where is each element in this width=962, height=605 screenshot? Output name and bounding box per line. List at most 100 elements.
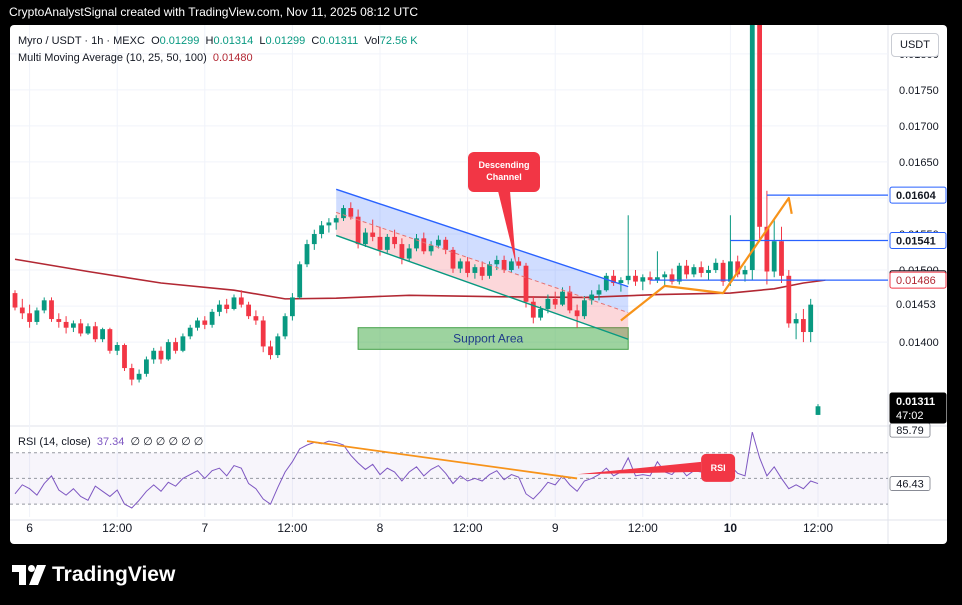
candle-body[interactable] xyxy=(253,316,259,321)
candle-body[interactable] xyxy=(238,297,244,305)
candle-body[interactable] xyxy=(640,277,646,282)
candle-body[interactable] xyxy=(720,262,726,282)
candle-body[interactable] xyxy=(494,259,500,265)
candle-body[interactable] xyxy=(202,320,208,325)
candle-body[interactable] xyxy=(545,298,551,309)
candle-body[interactable] xyxy=(290,297,295,317)
candle-body[interactable] xyxy=(516,261,522,266)
candle-body[interactable] xyxy=(173,342,178,351)
candle-body[interactable] xyxy=(596,290,602,295)
candle-body[interactable] xyxy=(567,291,573,311)
candle-body[interactable] xyxy=(180,336,186,351)
candle-body[interactable] xyxy=(552,298,558,305)
candle-body[interactable] xyxy=(19,307,25,314)
candle-body[interactable] xyxy=(706,270,711,273)
candle-body[interactable] xyxy=(771,241,777,272)
candle-body[interactable] xyxy=(392,236,397,245)
candle-body[interactable] xyxy=(450,249,456,269)
candle-body[interactable] xyxy=(698,267,704,273)
candle-body[interactable] xyxy=(92,326,98,340)
candle-body[interactable] xyxy=(71,323,76,328)
candle-body[interactable] xyxy=(384,236,390,250)
candle-body[interactable] xyxy=(603,275,609,291)
candle-body[interactable] xyxy=(158,350,164,360)
candle-body[interactable] xyxy=(618,280,624,284)
candle-body[interactable] xyxy=(436,239,441,246)
indicator-legend[interactable]: Multi Moving Average (10, 25, 50, 100) 0… xyxy=(18,52,253,64)
candle-body[interactable] xyxy=(479,267,485,276)
candle-body[interactable] xyxy=(275,336,281,356)
candle-body[interactable] xyxy=(749,25,755,271)
candle-body[interactable] xyxy=(370,232,376,237)
candle-body[interactable] xyxy=(114,345,120,351)
candle-body[interactable] xyxy=(625,275,631,281)
candle-body[interactable] xyxy=(443,239,449,250)
candle-body[interactable] xyxy=(815,406,821,415)
candle-body[interactable] xyxy=(633,275,638,282)
candle-body[interactable] xyxy=(676,265,682,282)
candle-body[interactable] xyxy=(363,232,368,245)
rsi-legend[interactable]: RSI (14, close) 37.34 ∅ ∅ ∅ ∅ ∅ ∅ xyxy=(18,435,203,448)
symbol-name[interactable]: Myro / USDT · 1h · MEXC xyxy=(18,35,145,47)
candle-body[interactable] xyxy=(341,208,346,219)
candle-body[interactable] xyxy=(793,319,799,324)
candle-body[interactable] xyxy=(319,225,324,235)
candle-body[interactable] xyxy=(786,275,792,324)
chart-panel[interactable]: Support Area Descending Channel RSI 85.79… xyxy=(10,25,947,544)
candle-body[interactable] xyxy=(560,291,565,305)
candle-body[interactable] xyxy=(151,350,157,360)
candle-body[interactable] xyxy=(136,373,142,380)
candle-body[interactable] xyxy=(144,359,149,374)
candle-body[interactable] xyxy=(63,321,69,328)
candle-body[interactable] xyxy=(377,236,383,250)
candle-body[interactable] xyxy=(428,245,434,252)
candle-body[interactable] xyxy=(78,323,84,334)
price-axis[interactable]: 85.7946.430.018000.017500.017000.016500.… xyxy=(889,49,947,491)
candle-body[interactable] xyxy=(582,300,587,317)
candle-body[interactable] xyxy=(85,326,91,334)
candle-body[interactable] xyxy=(27,313,32,322)
candle-body[interactable] xyxy=(779,241,784,276)
candle-body[interactable] xyxy=(742,270,748,275)
candle-body[interactable] xyxy=(165,342,171,360)
candle-body[interactable] xyxy=(399,244,405,259)
candle-body[interactable] xyxy=(757,25,762,227)
candle-body[interactable] xyxy=(691,267,697,275)
candle-body[interactable] xyxy=(34,310,40,322)
candle-body[interactable] xyxy=(472,267,478,273)
candle-body[interactable] xyxy=(311,234,317,245)
candle-body[interactable] xyxy=(187,327,193,337)
candle-body[interactable] xyxy=(246,304,251,317)
candle-body[interactable] xyxy=(217,304,222,312)
candle-body[interactable] xyxy=(501,259,507,271)
candle-body[interactable] xyxy=(326,222,332,226)
candle-body[interactable] xyxy=(12,293,18,308)
candle-body[interactable] xyxy=(107,329,113,351)
candle-body[interactable] xyxy=(209,311,215,325)
candle-body[interactable] xyxy=(574,310,580,317)
currency-button[interactable]: USDT xyxy=(891,33,939,57)
candle-body[interactable] xyxy=(56,319,62,322)
time-axis[interactable]: 6 12:00 7 12:00 8 12:00 9 12:00 10 12:00 xyxy=(26,521,833,535)
candle-body[interactable] xyxy=(333,218,339,223)
candle-body[interactable] xyxy=(41,300,47,311)
candle-body[interactable] xyxy=(530,301,536,318)
candle-body[interactable] xyxy=(538,308,543,318)
price-chart[interactable]: Support Area Descending Channel RSI 85.79… xyxy=(10,25,947,544)
candle-body[interactable] xyxy=(100,329,105,340)
candle-body[interactable] xyxy=(355,216,361,245)
candle-body[interactable] xyxy=(49,300,54,320)
candle-body[interactable] xyxy=(224,304,230,309)
candle-body[interactable] xyxy=(129,368,135,380)
candle-body[interactable] xyxy=(457,261,463,269)
candle-body[interactable] xyxy=(297,264,303,298)
candle-body[interactable] xyxy=(282,316,288,337)
candle-body[interactable] xyxy=(713,262,719,271)
candle-body[interactable] xyxy=(122,345,127,369)
candle-body[interactable] xyxy=(662,274,668,278)
candle-body[interactable] xyxy=(195,320,200,328)
candle-body[interactable] xyxy=(348,208,354,217)
candle-body[interactable] xyxy=(406,248,412,259)
candle-body[interactable] xyxy=(268,346,273,356)
candle-body[interactable] xyxy=(684,265,689,275)
